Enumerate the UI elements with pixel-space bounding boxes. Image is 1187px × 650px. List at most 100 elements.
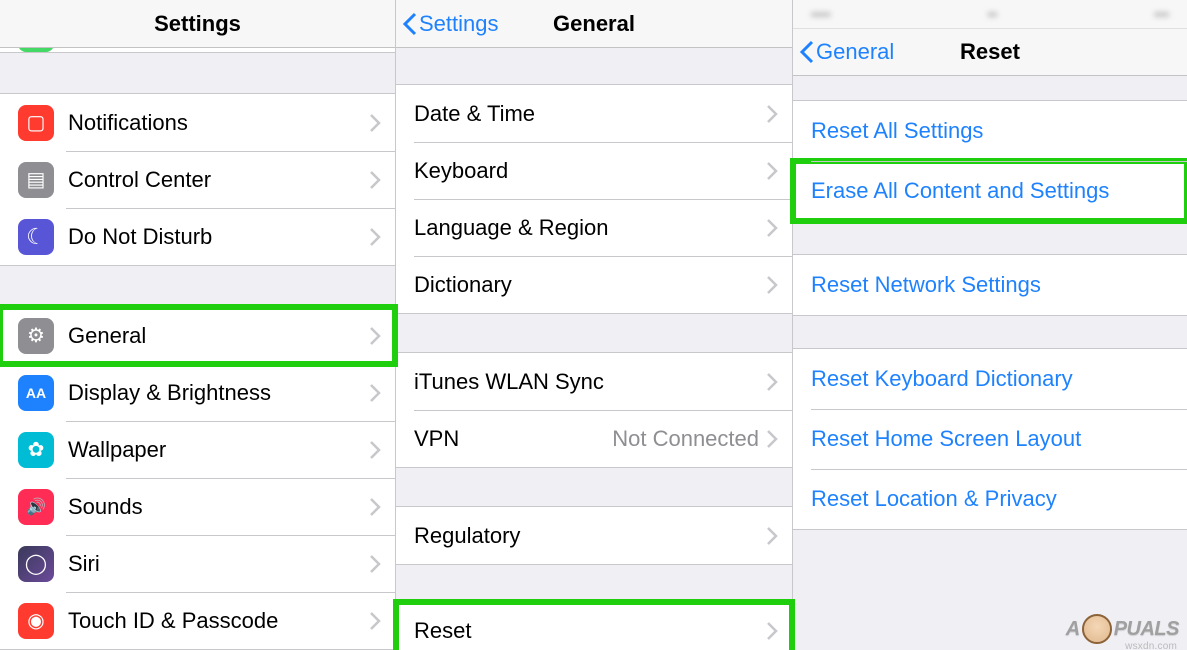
row-label: Reset Location & Privacy xyxy=(811,486,1173,512)
chevron-right-icon xyxy=(370,171,381,189)
chevron-right-icon xyxy=(370,114,381,132)
page-title: General xyxy=(553,11,635,37)
row-regulatory[interactable]: Regulatory xyxy=(396,507,792,564)
watermark-url: wsxdn.com xyxy=(1125,641,1177,650)
row-control-center[interactable]: ▤ Control Center xyxy=(0,151,395,208)
reset-group-2: Reset Network Settings xyxy=(793,254,1187,316)
row-wallpaper[interactable]: ✿ Wallpaper xyxy=(0,421,395,478)
row-general[interactable]: ⚙ General xyxy=(0,307,395,364)
row-touch-id-passcode[interactable]: ◉ Touch ID & Passcode xyxy=(0,592,395,649)
chevron-left-icon xyxy=(402,12,417,36)
page-title: Settings xyxy=(154,11,241,37)
watermark-post: PUALS xyxy=(1114,618,1179,641)
row-reset-location-privacy[interactable]: Reset Location & Privacy xyxy=(793,469,1187,529)
chevron-left-icon xyxy=(799,40,814,64)
row-do-not-disturb[interactable]: ☾ Do Not Disturb xyxy=(0,208,395,265)
row-reset-keyboard-dictionary[interactable]: Reset Keyboard Dictionary xyxy=(793,349,1187,409)
row-label: Erase All Content and Settings xyxy=(811,178,1173,204)
chevron-right-icon xyxy=(767,430,778,448)
chevron-right-icon xyxy=(370,498,381,516)
reset-pane: •••• •• ••• General Reset Reset All Sett… xyxy=(793,0,1187,650)
row-label: Reset Home Screen Layout xyxy=(811,426,1173,452)
display-brightness-icon: AA xyxy=(18,375,54,411)
settings-list-2: ⚙ General AA Display & Brightness ✿ Wall… xyxy=(0,306,395,650)
chevron-right-icon xyxy=(370,228,381,246)
general-icon: ⚙ xyxy=(18,318,54,354)
chevron-right-icon xyxy=(767,373,778,391)
row-siri[interactable]: ◯ Siri xyxy=(0,535,395,592)
settings-list-1: ▢ Notifications ▤ Control Center ☾ Do No… xyxy=(0,93,395,266)
row-label: Reset All Settings xyxy=(811,118,1173,144)
row-label: Language & Region xyxy=(414,215,767,241)
back-button-settings[interactable]: Settings xyxy=(402,11,499,37)
airplane-mode-icon xyxy=(18,48,54,52)
chevron-right-icon xyxy=(370,327,381,345)
row-label: Keyboard xyxy=(414,158,767,184)
notifications-icon: ▢ xyxy=(18,105,54,141)
row-dictionary[interactable]: Dictionary xyxy=(396,256,792,313)
row-label: Touch ID & Passcode xyxy=(68,608,370,634)
sounds-icon: 🔊 xyxy=(18,489,54,525)
status-right: ••• xyxy=(1154,6,1169,22)
row-label: Date & Time xyxy=(414,101,767,127)
status-bar: •••• •• ••• xyxy=(793,0,1187,28)
row-vpn[interactable]: VPN Not Connected xyxy=(396,410,792,467)
row-label: Reset xyxy=(414,618,767,644)
navbar-settings: Settings xyxy=(0,0,395,48)
row-value: Not Connected xyxy=(612,426,759,452)
row-reset[interactable]: Reset xyxy=(396,602,792,650)
siri-icon: ◯ xyxy=(18,546,54,582)
navbar-reset: General Reset xyxy=(793,28,1187,76)
chevron-right-icon xyxy=(767,527,778,545)
chevron-right-icon xyxy=(767,162,778,180)
page-title: Reset xyxy=(960,39,1020,65)
row-label: Siri xyxy=(68,551,370,577)
row-reset-home-screen-layout[interactable]: Reset Home Screen Layout xyxy=(793,409,1187,469)
reset-group-3: Reset Keyboard Dictionary Reset Home Scr… xyxy=(793,348,1187,530)
row-label: iTunes WLAN Sync xyxy=(414,369,767,395)
settings-root-pane: Settings ▢ Notifications ▤ Control Cente… xyxy=(0,0,396,650)
chevron-right-icon xyxy=(767,105,778,123)
row-reset-all-settings[interactable]: Reset All Settings xyxy=(793,101,1187,161)
row-label: General xyxy=(68,323,370,349)
row-label: Wallpaper xyxy=(68,437,370,463)
chevron-right-icon xyxy=(767,219,778,237)
row-erase-all-content-settings[interactable]: Erase All Content and Settings xyxy=(793,161,1187,221)
back-button-general[interactable]: General xyxy=(799,39,894,65)
row-label: Sounds xyxy=(68,494,370,520)
row-label: Regulatory xyxy=(414,523,767,549)
row-itunes-wlan-sync[interactable]: iTunes WLAN Sync xyxy=(396,353,792,410)
row-label: Display & Brightness xyxy=(68,380,370,406)
row-label: Do Not Disturb xyxy=(68,224,370,250)
row-display-brightness[interactable]: AA Display & Brightness xyxy=(0,364,395,421)
row-label: Dictionary xyxy=(414,272,767,298)
watermark-pre: A xyxy=(1066,618,1080,641)
row-notifications[interactable]: ▢ Notifications xyxy=(0,94,395,151)
back-label: General xyxy=(816,39,894,65)
status-center: •• xyxy=(988,6,998,22)
do-not-disturb-icon: ☾ xyxy=(18,219,54,255)
watermark-logo: A PUALS xyxy=(1066,614,1179,644)
wallpaper-icon: ✿ xyxy=(18,432,54,468)
row-label: Notifications xyxy=(68,110,370,136)
chevron-right-icon xyxy=(370,441,381,459)
chevron-right-icon xyxy=(767,276,778,294)
row-language-region[interactable]: Language & Region xyxy=(396,199,792,256)
watermark-face-icon xyxy=(1082,614,1112,644)
chevron-right-icon xyxy=(370,612,381,630)
general-pane: Settings General Date & Time Keyboard La… xyxy=(396,0,793,650)
row-reset-network-settings[interactable]: Reset Network Settings xyxy=(793,255,1187,315)
general-group-2: iTunes WLAN Sync VPN Not Connected xyxy=(396,352,792,468)
status-left: •••• xyxy=(811,6,831,22)
row-sounds[interactable]: 🔊 Sounds xyxy=(0,478,395,535)
row-label: Reset Network Settings xyxy=(811,272,1173,298)
row-keyboard[interactable]: Keyboard xyxy=(396,142,792,199)
chevron-right-icon xyxy=(370,384,381,402)
navbar-general: Settings General xyxy=(396,0,792,48)
row-label: Reset Keyboard Dictionary xyxy=(811,366,1173,392)
row-date-time[interactable]: Date & Time xyxy=(396,85,792,142)
back-label: Settings xyxy=(419,11,499,37)
row-label: VPN xyxy=(414,426,612,452)
general-group-4: Reset xyxy=(396,601,792,650)
row-label: Control Center xyxy=(68,167,370,193)
